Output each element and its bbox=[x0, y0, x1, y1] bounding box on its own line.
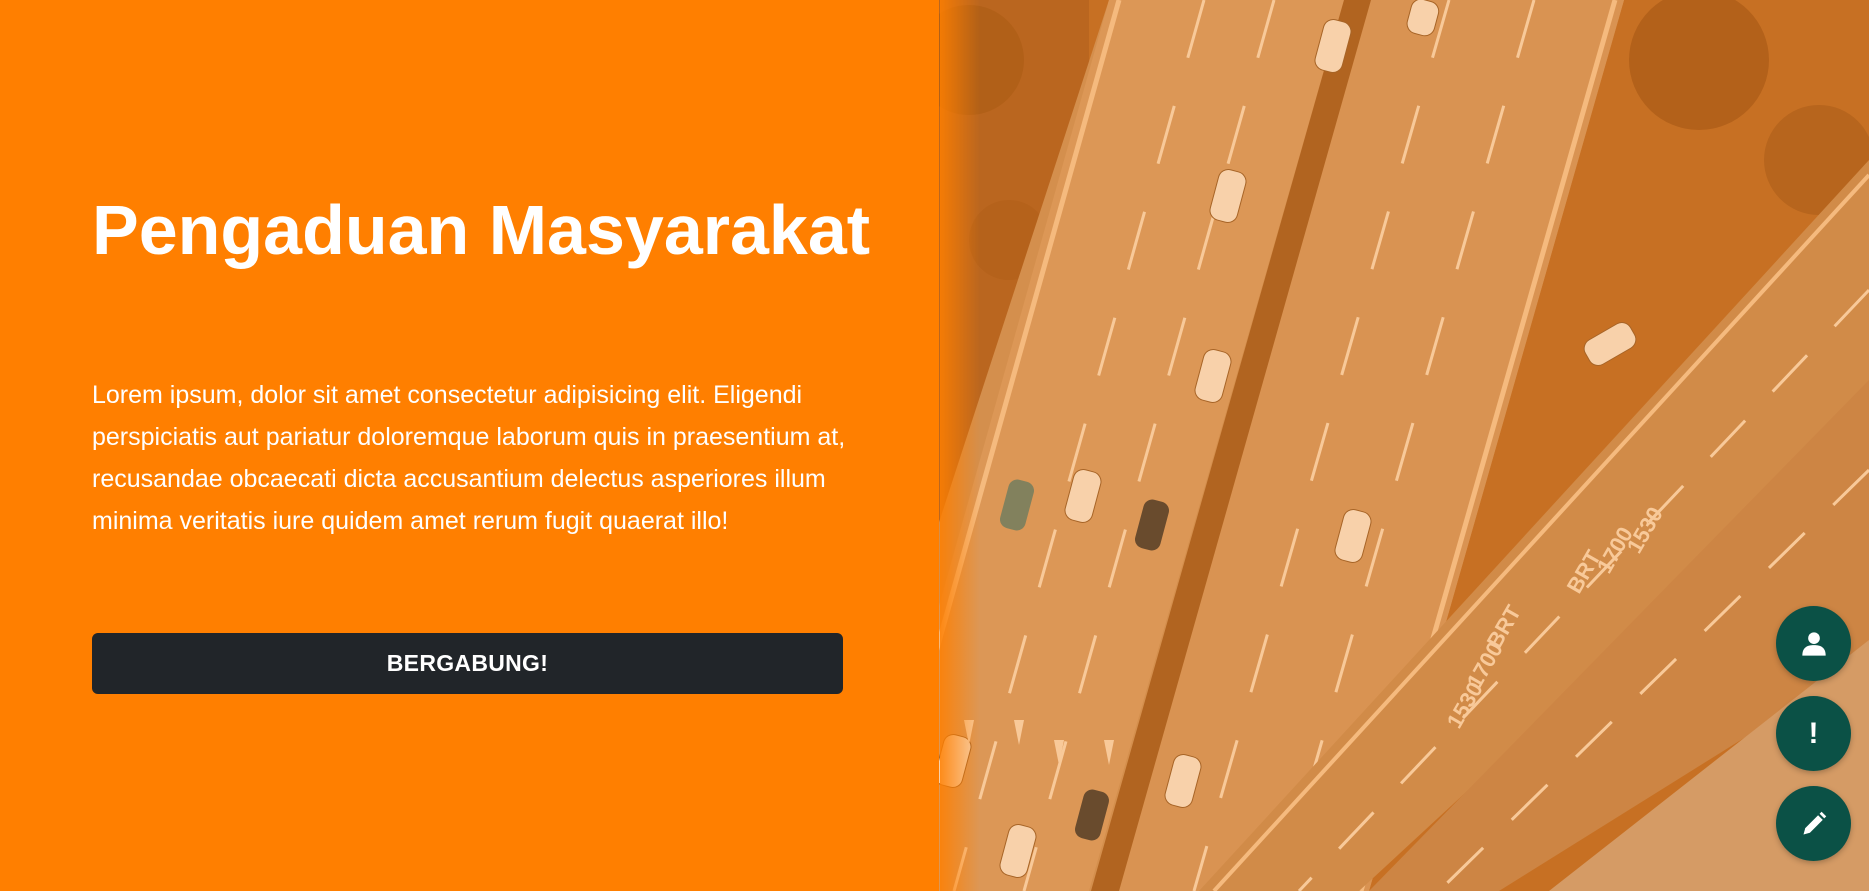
profile-button[interactable] bbox=[1776, 606, 1851, 681]
report-button[interactable]: ! bbox=[1776, 696, 1851, 771]
user-icon bbox=[1801, 631, 1826, 656]
exclamation-icon: ! bbox=[1808, 716, 1819, 750]
edit-button[interactable] bbox=[1776, 786, 1851, 861]
hero-panel: Pengaduan Masyarakat Lorem ipsum, dolor … bbox=[0, 0, 980, 891]
hero-description: Lorem ipsum, dolor sit amet consectetur … bbox=[92, 381, 846, 535]
highway-aerial-photo: 1530 1700 BRT BRT 1700 1530 bbox=[939, 0, 1869, 891]
hero-image: 1530 1700 BRT BRT 1700 1530 bbox=[939, 0, 1869, 891]
pencil-icon bbox=[1803, 811, 1826, 834]
page-title: Pengaduan Masyarakat bbox=[92, 191, 871, 269]
join-button[interactable]: BERGABUNG! bbox=[92, 633, 843, 694]
